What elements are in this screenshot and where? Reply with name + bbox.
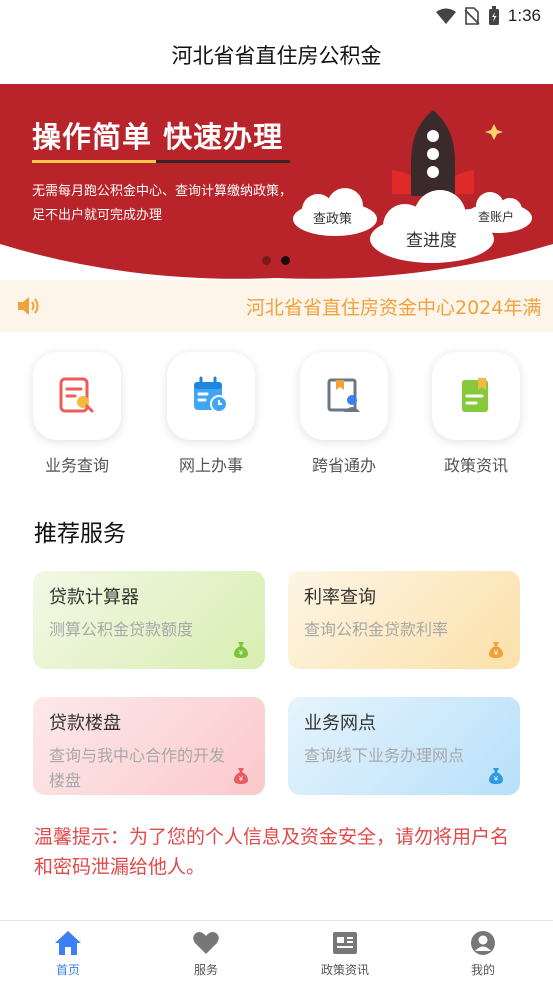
money-bag-icon: ¥ <box>489 768 503 784</box>
card-subtitle: 查询公积金贷款利率 <box>304 620 449 639</box>
speaker-icon <box>18 297 39 315</box>
nav-services[interactable]: 服务 <box>156 929 256 978</box>
status-bar: 1:36 <box>0 0 553 32</box>
nav-label: 服务 <box>193 963 218 977</box>
quick-actions: 业务查询 网上办事 跨省通办 政策资讯 <box>0 352 553 482</box>
cloud-label-progress: 查进度 <box>406 231 457 251</box>
svg-text:¥: ¥ <box>239 775 244 783</box>
newspaper-icon <box>333 932 357 954</box>
notice-bar[interactable]: 河北省省直住房资金中心2024年满 <box>0 280 553 332</box>
banner-divider <box>32 160 290 163</box>
cloud-label-policy: 查政策 <box>313 212 353 227</box>
card-title: 利率查询 <box>304 587 376 608</box>
money-bag-icon: ¥ <box>234 642 248 658</box>
section-title-recommended: 推荐服务 <box>34 521 126 547</box>
card-loan-calculator[interactable]: 贷款计算器 测算公积金贷款额度 ¥ <box>33 571 265 669</box>
quick-action-icon-box[interactable] <box>300 352 388 440</box>
promo-banner[interactable]: 操作简单 快速办理 无需每月跑公积金中心、查询计算缴纳政策，足不出户就可完成办理… <box>0 84 553 282</box>
quick-action-icon-box[interactable] <box>33 352 121 440</box>
battery-icon <box>488 6 499 25</box>
card-subtitle: 查询线下业务办理网点 <box>304 746 465 765</box>
cloud-label-account: 查账户 <box>478 210 515 224</box>
nav-label: 政策资讯 <box>320 963 369 977</box>
card-subtitle: 测算公积金贷款额度 <box>49 620 194 639</box>
quick-action-business-query[interactable]: 业务查询 <box>17 352 137 476</box>
card-service-outlets[interactable]: 业务网点 查询线下业务办理网点 ¥ <box>288 697 520 795</box>
card-loan-properties[interactable]: 贷款楼盘 查询与我中心合作的开发楼盘 ¥ <box>33 697 265 795</box>
banner-headline: 操作简单 快速办理 <box>32 120 284 154</box>
nav-label: 首页 <box>55 963 80 977</box>
money-bag-icon: ¥ <box>489 642 503 658</box>
quick-action-label: 网上办事 <box>178 456 243 475</box>
nav-policy-news[interactable]: 政策资讯 <box>295 929 395 978</box>
carousel-indicator[interactable] <box>262 256 290 265</box>
bookmark-doc-icon <box>462 378 488 412</box>
svg-text:¥: ¥ <box>239 649 244 657</box>
nav-mine[interactable]: 我的 <box>433 929 533 978</box>
quick-action-icon-box[interactable] <box>167 352 255 440</box>
carousel-dot[interactable] <box>262 256 271 265</box>
nav-label: 我的 <box>470 963 495 977</box>
quick-action-icon-box[interactable] <box>432 352 520 440</box>
card-rate-query[interactable]: 利率查询 查询公积金贷款利率 ¥ <box>288 571 520 669</box>
quick-action-label: 跨省通办 <box>311 456 376 475</box>
quick-action-label: 政策资讯 <box>443 456 508 475</box>
status-icons: 1:36 <box>435 6 541 26</box>
home-icon <box>55 931 81 955</box>
quick-action-policy-news[interactable]: 政策资讯 <box>416 352 536 476</box>
user-icon <box>471 931 495 955</box>
book-person-icon <box>327 378 360 412</box>
card-subtitle: 查询与我中心合作的开发楼盘 <box>49 746 226 790</box>
notice-text: 河北省省直住房资金中心2024年满 <box>246 297 542 319</box>
nav-home[interactable]: 首页 <box>18 929 118 978</box>
quick-action-cross-province[interactable]: 跨省通办 <box>284 352 404 476</box>
heart-icon <box>193 932 219 954</box>
svg-text:¥: ¥ <box>494 649 499 657</box>
carousel-dot-active[interactable] <box>281 256 290 265</box>
card-title: 业务网点 <box>304 713 376 734</box>
calendar-clock-icon <box>194 376 228 413</box>
document-search-icon <box>59 377 94 413</box>
warm-tip: 温馨提示：为了您的个人信息及资金安全，请勿将用户名和密码泄漏给他人。 <box>34 826 510 878</box>
wifi-icon <box>435 8 456 24</box>
card-title: 贷款计算器 <box>49 587 139 608</box>
page-title: 河北省省直住房公积金 <box>171 44 382 68</box>
quick-action-label: 业务查询 <box>44 456 109 475</box>
money-bag-icon: ¥ <box>234 768 248 784</box>
svg-text:¥: ¥ <box>494 775 499 783</box>
banner-description: 无需每月跑公积金中心、查询计算缴纳政策，足不出户就可完成办理 <box>32 184 293 223</box>
bottom-nav: 首页 服务 政策资讯 我的 <box>0 920 553 983</box>
status-time: 1:36 <box>507 6 541 25</box>
no-sim-icon <box>464 7 480 25</box>
card-title: 贷款楼盘 <box>49 713 121 734</box>
quick-action-online-service[interactable]: 网上办事 <box>151 352 271 476</box>
